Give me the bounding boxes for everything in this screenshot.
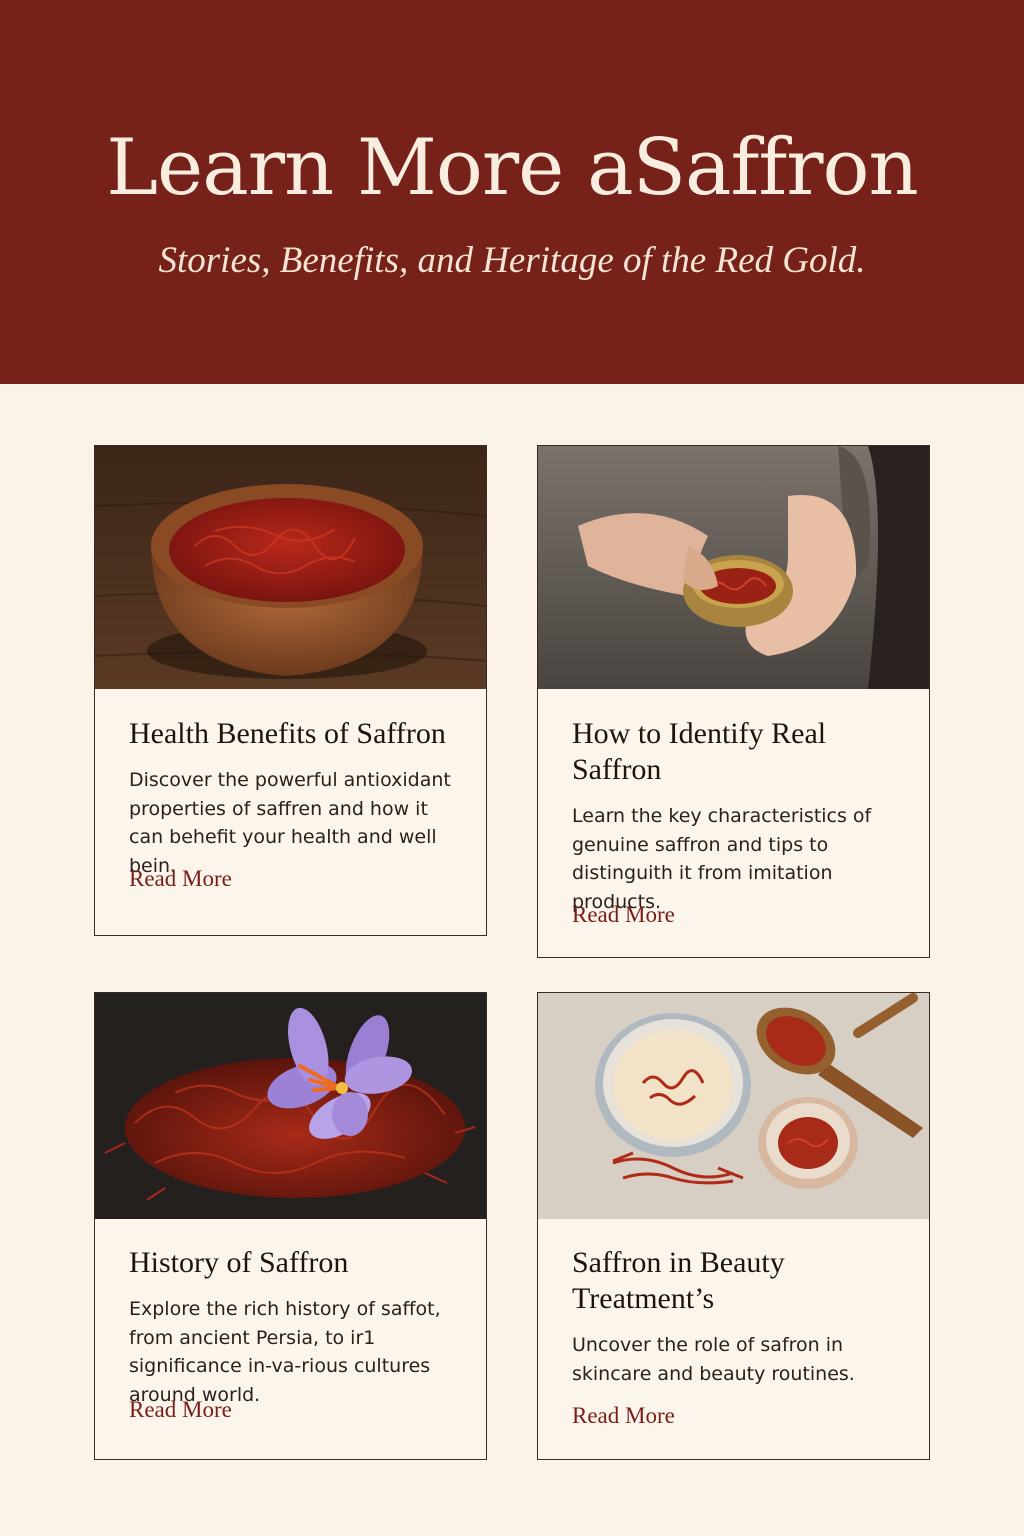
crocus-flower-saffron-image (95, 993, 486, 1219)
read-more-link[interactable]: Read More (129, 1397, 232, 1423)
card-description: Learn the key characteristics of genuine… (572, 805, 872, 913)
card-title: Health Benefits of Saffron (129, 717, 446, 750)
read-more-link[interactable]: Read More (129, 866, 232, 892)
hands-holding-saffron-image (538, 446, 929, 689)
card-description: Discover the powerful antioxidant proper… (129, 769, 451, 877)
page-title: Learn More aSaffron (106, 123, 919, 213)
card-title: How to Identify Real Saffron (572, 717, 827, 786)
card-title: History of Saffron (129, 1246, 349, 1279)
saffron-bowl-image (95, 446, 486, 689)
read-more-link[interactable]: Read More (572, 1403, 675, 1429)
card-description: Uncover the role of safron in skincare a… (572, 1334, 855, 1385)
card-history[interactable]: History of Saffron Explore the rich hist… (94, 992, 487, 1460)
card-identify-real-saffron[interactable]: How to Identify Real Saffron Learn the k… (537, 445, 930, 958)
card-beauty-treatments[interactable]: Saffron in Beauty Treatment’s Uncover th… (537, 992, 930, 1460)
card-health-benefits[interactable]: Health Benefits of Saffron Discover the … (94, 445, 487, 936)
page-subtitle: Stories, Benefits, and Heritage of the R… (158, 240, 866, 281)
saffron-cream-bowls-image (538, 993, 929, 1219)
card-description: Explore the rich history of saffot, from… (129, 1298, 441, 1406)
card-title: Saffron in Beauty Treatment’s (572, 1246, 785, 1315)
hero-banner: Learn More aSaffron Stories, Benefits, a… (0, 0, 1024, 384)
read-more-link[interactable]: Read More (572, 902, 675, 928)
